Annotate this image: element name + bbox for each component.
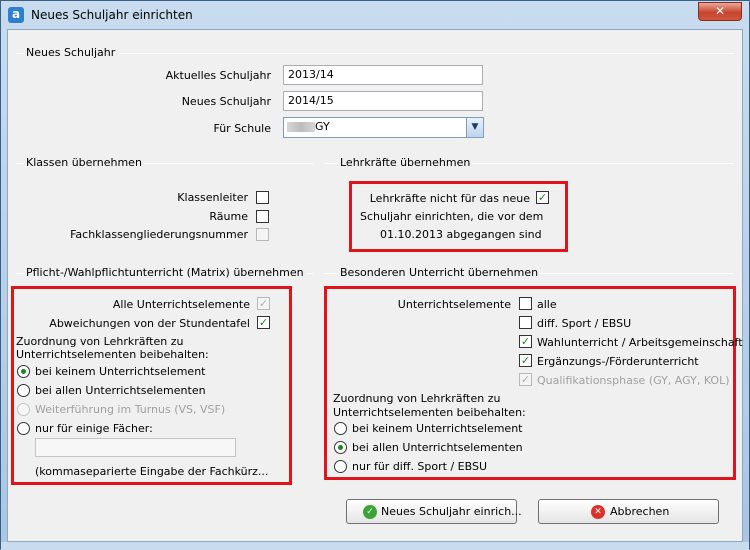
alle-ue-label: Alle Unterrichtselemente bbox=[112, 298, 250, 311]
opt-alle-checkbox[interactable] bbox=[519, 297, 532, 310]
radio-allen[interactable] bbox=[17, 384, 30, 397]
aktuelles-schuljahr-field[interactable]: 2013/14 bbox=[283, 65, 483, 85]
opt-sport-label[interactable]: diff. Sport / EBSU bbox=[537, 317, 631, 330]
radio-turnus[interactable] bbox=[17, 403, 30, 416]
abweichungen-label: Abweichungen von der Stundentafel bbox=[49, 317, 250, 330]
app-icon: a bbox=[8, 7, 24, 23]
neues-schuljahr-button-label: Neues Schuljahr einrich... bbox=[381, 505, 522, 518]
radio-b-allen-label[interactable]: bei allen Unterrichtselementen bbox=[352, 441, 523, 454]
radio-einige[interactable] bbox=[17, 422, 30, 435]
radio-b-keinem-label[interactable]: bei keinem Unterrichtselement bbox=[352, 422, 523, 435]
check-icon: ✓ bbox=[363, 505, 377, 519]
title-bar[interactable]: a Neues Schuljahr einrichten ✕ bbox=[1, 1, 749, 29]
lehrkraefte-line1: Lehrkräfte nicht für das neue bbox=[369, 192, 530, 205]
schule-select-value: GY bbox=[315, 120, 330, 133]
raeume-checkbox[interactable] bbox=[256, 210, 269, 223]
radio-einige-label[interactable]: nur für einige Fächer: bbox=[35, 422, 153, 435]
radio-keinem-label[interactable]: bei keinem Unterrichtselement bbox=[35, 365, 206, 378]
faecher-input[interactable] bbox=[35, 438, 236, 457]
lehrkraefte-checkbox[interactable]: ✓ bbox=[536, 191, 549, 204]
radio-b-keinem[interactable] bbox=[334, 422, 347, 435]
neues-schuljahr-field[interactable]: 2014/15 bbox=[283, 91, 483, 111]
schule-select[interactable]: GY ▼ bbox=[283, 117, 484, 138]
radio-b-sport[interactable] bbox=[334, 460, 347, 473]
group-title-besonderer: Besonderen Unterricht übernehmen bbox=[338, 266, 541, 279]
lehrkraefte-line3: 01.10.2013 abgegangen sind bbox=[380, 228, 542, 241]
neues-schuljahr-label: Neues Schuljahr bbox=[181, 95, 271, 108]
fuer-schule-label: Für Schule bbox=[213, 122, 271, 135]
close-icon: ✕ bbox=[591, 505, 605, 519]
faecher-hint: (kommaseparierte Eingabe der Fachkürz... bbox=[35, 465, 269, 478]
neues-schuljahr-button[interactable]: ✓ Neues Schuljahr einrich... bbox=[346, 499, 522, 524]
zuordnung-b-label-line1: Zuordnung von Lehrkräften zu bbox=[333, 392, 501, 405]
radio-b-sport-label[interactable]: nur für diff. Sport / EBSU bbox=[352, 460, 487, 473]
group-title-pflicht: Pflicht-/Wahlpflichtunterricht (Matrix) … bbox=[24, 266, 306, 279]
opt-quali-label: Qualifikationsphase (GY, AGY, KOL) bbox=[537, 374, 730, 387]
zuordnung-label-line1: Zuordnung von Lehrkräften zu bbox=[16, 335, 184, 348]
radio-keinem[interactable] bbox=[17, 365, 30, 378]
alle-ue-checkbox[interactable]: ✓ bbox=[257, 297, 270, 310]
ue-label: Unterrichtselemente bbox=[397, 298, 511, 311]
lehrkraefte-line2: Schuljahr einrichten, die vor dem bbox=[360, 210, 544, 223]
abweichungen-checkbox[interactable]: ✓ bbox=[257, 316, 270, 329]
window-title: Neues Schuljahr einrichten bbox=[31, 8, 193, 22]
radio-b-allen[interactable] bbox=[334, 441, 347, 454]
cancel-button-label: Abbrechen bbox=[610, 505, 670, 518]
raeume-label: Räume bbox=[209, 210, 248, 223]
opt-ergaenzung-checkbox[interactable]: ✓ bbox=[519, 354, 532, 367]
opt-wahl-checkbox[interactable]: ✓ bbox=[519, 335, 532, 348]
zuordnung-label-line2: Unterrichtselementen beibehalten: bbox=[16, 348, 209, 361]
dialog-client-area: Neues Schuljahr Aktuelles Schuljahr 2013… bbox=[7, 29, 743, 542]
klassenleiter-label: Klassenleiter bbox=[177, 191, 248, 204]
fachklassen-label: Fachklassengliederungsnummer bbox=[70, 228, 248, 241]
klassenleiter-checkbox[interactable] bbox=[256, 191, 269, 204]
dialog-window: a Neues Schuljahr einrichten ✕ Neues Sch… bbox=[0, 0, 750, 550]
opt-ergaenzung-label[interactable]: Ergänzungs-/Förderunterricht bbox=[537, 355, 699, 368]
redacted-text bbox=[287, 122, 315, 132]
radio-turnus-label: Weiterführung im Turnus (VS, VSF) bbox=[35, 403, 226, 416]
cancel-button[interactable]: ✕ Abbrechen bbox=[538, 499, 719, 524]
opt-quali-checkbox[interactable]: ✓ bbox=[519, 373, 532, 386]
zuordnung-b-label-line2: Unterrichtselementen beibehalten: bbox=[333, 406, 526, 419]
group-title-lehrkraefte: Lehrkräfte übernehmen bbox=[338, 156, 473, 169]
aktuelles-schuljahr-label: Aktuelles Schuljahr bbox=[165, 69, 271, 82]
radio-allen-label[interactable]: bei allen Unterrichtselementen bbox=[35, 384, 206, 397]
chevron-down-icon[interactable]: ▼ bbox=[466, 118, 483, 137]
fachklassen-checkbox[interactable] bbox=[256, 228, 269, 241]
group-title-klassen: Klassen übernehmen bbox=[24, 156, 144, 169]
group-title-neues-schuljahr: Neues Schuljahr bbox=[24, 46, 118, 59]
opt-sport-checkbox[interactable] bbox=[519, 316, 532, 329]
close-button[interactable]: ✕ bbox=[698, 2, 742, 21]
group-divider bbox=[16, 53, 734, 54]
opt-wahl-label[interactable]: Wahlunterricht / Arbeitsgemeinschaft bbox=[537, 336, 743, 349]
opt-alle-label[interactable]: alle bbox=[537, 298, 557, 311]
